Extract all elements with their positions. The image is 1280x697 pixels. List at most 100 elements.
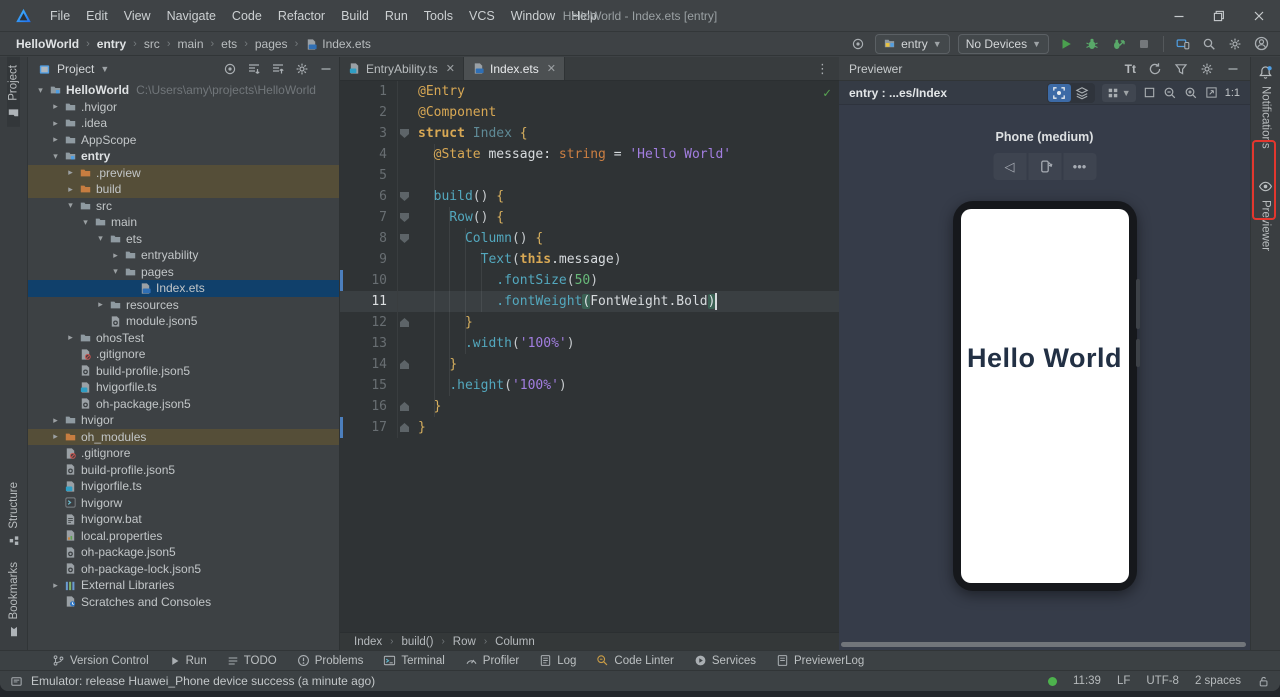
- code-line-12[interactable]: 12 }: [340, 312, 839, 333]
- breadcrumb-item[interactable]: Index.ets: [322, 37, 371, 51]
- account-avatar-icon[interactable]: [1252, 35, 1270, 53]
- toolwindow-log[interactable]: Log: [539, 654, 576, 667]
- code-line-4[interactable]: 4 @State message: string = 'Hello World': [340, 144, 839, 165]
- indent-setting[interactable]: 2 spaces: [1195, 675, 1241, 687]
- tree-toggle-arrow[interactable]: ▾: [79, 217, 92, 228]
- toolwindow-run[interactable]: Run: [169, 655, 207, 667]
- line-number[interactable]: 4: [340, 144, 398, 165]
- tree-toggle-arrow[interactable]: ▸: [94, 299, 107, 310]
- search-icon[interactable]: [1200, 35, 1218, 53]
- breadcrumb-item[interactable]: src: [144, 37, 160, 51]
- line-number[interactable]: 14: [340, 354, 409, 375]
- tree-item-hvigorw[interactable]: hvigorw: [28, 495, 339, 512]
- sidebar-tab-project[interactable]: Project: [7, 57, 20, 127]
- back-button[interactable]: ◁: [993, 153, 1026, 180]
- settings-gear-icon[interactable]: [1226, 35, 1244, 53]
- device-manager-icon[interactable]: [1174, 35, 1192, 53]
- menu-tools[interactable]: Tools: [416, 5, 461, 27]
- toolwindow-todo[interactable]: TODO: [227, 655, 277, 667]
- breadcrumb-item[interactable]: main: [177, 37, 203, 51]
- code-line-1[interactable]: 1 @Entry: [340, 81, 839, 102]
- editor-breadcrumb-item[interactable]: Column: [495, 636, 535, 648]
- stop-button[interactable]: [1135, 35, 1153, 53]
- tree-toggle-arrow[interactable]: ▾: [94, 233, 107, 244]
- breadcrumb-item[interactable]: entry: [97, 37, 126, 51]
- line-number[interactable]: 16: [340, 396, 409, 417]
- editor-breadcrumb-item[interactable]: Row: [453, 636, 476, 648]
- editor-breadcrumb-item[interactable]: build(): [401, 636, 433, 648]
- editor-tab-entryability.ts[interactable]: EntryAbility.ts ✕: [340, 57, 465, 80]
- toolwindow-terminal[interactable]: Terminal: [383, 654, 445, 667]
- tree-item-src[interactable]: ▾ src: [28, 198, 339, 215]
- phone-screen[interactable]: Hello World: [960, 209, 1129, 583]
- line-number[interactable]: 13: [340, 333, 398, 354]
- frame-icon[interactable]: [1143, 86, 1156, 99]
- device-selector[interactable]: No Devices ▼: [957, 33, 1049, 54]
- tree-item-scratches-and-consoles[interactable]: Scratches and Consoles: [28, 594, 339, 611]
- tree-toggle-arrow[interactable]: ▾: [34, 85, 47, 96]
- menu-view[interactable]: View: [116, 5, 159, 27]
- run-button[interactable]: [1057, 35, 1075, 53]
- sidebar-tab-notifications[interactable]: Notifications: [1258, 57, 1273, 157]
- menu-window[interactable]: Window: [503, 5, 563, 27]
- caret-position[interactable]: 11:39: [1073, 675, 1101, 687]
- menu-edit[interactable]: Edit: [78, 5, 116, 27]
- tree-item-oh-package.json5[interactable]: oh-package.json5: [28, 396, 339, 413]
- sidebar-tab-previewer[interactable]: Previewer: [1258, 171, 1273, 259]
- tree-toggle-arrow[interactable]: ▸: [49, 431, 62, 442]
- component-preview-toggle[interactable]: [1047, 83, 1071, 102]
- line-number[interactable]: 17: [340, 417, 409, 438]
- line-number[interactable]: 7: [340, 207, 409, 228]
- tree-item-entryability[interactable]: ▸ entryability: [28, 247, 339, 264]
- code-line-7[interactable]: 7 Row() {: [340, 207, 839, 228]
- menu-navigate[interactable]: Navigate: [159, 5, 224, 27]
- tree-item-.gitignore[interactable]: .gitignore: [28, 445, 339, 462]
- tree-item-ohostest[interactable]: ▸ ohosTest: [28, 330, 339, 347]
- panel-settings-icon[interactable]: [295, 62, 309, 76]
- tree-toggle-arrow[interactable]: ▸: [109, 250, 122, 261]
- tree-item-appscope[interactable]: ▸ AppScope: [28, 132, 339, 149]
- refresh-icon[interactable]: [1148, 62, 1162, 76]
- module-selector[interactable]: entry ▼: [875, 33, 950, 54]
- tree-item-hvigorfile.ts[interactable]: hvigorfile.ts: [28, 379, 339, 396]
- zoom-in-icon[interactable]: [1184, 86, 1198, 100]
- menu-run[interactable]: Run: [377, 5, 416, 27]
- minimize-button[interactable]: [1172, 9, 1186, 23]
- menu-code[interactable]: Code: [224, 5, 270, 27]
- menu-refactor[interactable]: Refactor: [270, 5, 333, 27]
- tree-item-module.json5[interactable]: module.json5: [28, 313, 339, 330]
- line-number[interactable]: 15: [340, 375, 398, 396]
- breadcrumb-item[interactable]: pages: [255, 37, 288, 51]
- tree-item-hvigorfile.ts[interactable]: hvigorfile.ts: [28, 478, 339, 495]
- code-editor[interactable]: ✓ 1 @Entry 2 @Component 3 struct Index {4 @St…: [340, 81, 839, 632]
- filter-icon[interactable]: [1174, 62, 1188, 76]
- tree-item-hvigor[interactable]: ▸ hvigor: [28, 412, 339, 429]
- hide-panel-icon[interactable]: [319, 62, 333, 76]
- hide-previewer-icon[interactable]: [1226, 62, 1240, 76]
- tree-item-local.properties[interactable]: local.properties: [28, 528, 339, 545]
- tree-toggle-arrow[interactable]: ▾: [49, 151, 62, 162]
- select-opened-file-icon[interactable]: [223, 62, 237, 76]
- line-number[interactable]: 5: [340, 165, 398, 186]
- layers-toggle[interactable]: [1071, 84, 1094, 102]
- code-line-6[interactable]: 6 build() {: [340, 186, 839, 207]
- zoom-ratio-label[interactable]: 1:1: [1225, 87, 1240, 99]
- expand-all-icon[interactable]: [247, 62, 261, 76]
- tree-toggle-arrow[interactable]: ▸: [49, 580, 62, 591]
- code-line-5[interactable]: 5: [340, 165, 839, 186]
- text-size-icon[interactable]: Tt: [1125, 62, 1136, 76]
- sidebar-tab-structure[interactable]: Structure: [8, 474, 20, 555]
- inspection-ok-icon[interactable]: ✓: [823, 83, 831, 104]
- tree-toggle-arrow[interactable]: ▾: [109, 266, 122, 277]
- tree-item-index.ets[interactable]: Index.ets: [28, 280, 339, 297]
- file-encoding[interactable]: UTF-8: [1146, 675, 1179, 687]
- tree-toggle-arrow[interactable]: ▸: [49, 415, 62, 426]
- rotate-device-button[interactable]: [1028, 153, 1061, 180]
- tree-item-build[interactable]: ▸ build: [28, 181, 339, 198]
- toolwindow-services[interactable]: Services: [694, 654, 756, 667]
- code-line-8[interactable]: 8 Column() {: [340, 228, 839, 249]
- line-number[interactable]: 11: [340, 291, 398, 312]
- tree-toggle-arrow[interactable]: ▸: [49, 101, 62, 112]
- line-number[interactable]: 6: [340, 186, 409, 207]
- tree-item-resources[interactable]: ▸ resources: [28, 297, 339, 314]
